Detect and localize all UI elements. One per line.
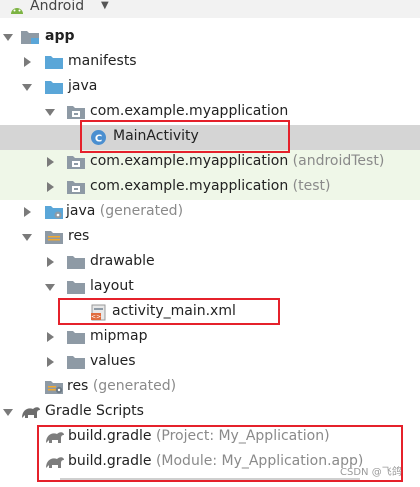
expand-arrow-icon[interactable]: [47, 332, 54, 342]
tree-node-java-generated[interactable]: java (generated): [0, 200, 420, 225]
source-set-suffix: (androidTest): [292, 153, 385, 169]
tree-node-values[interactable]: values: [0, 350, 420, 375]
module-folder-icon: [20, 29, 40, 49]
tree-node-res-generated[interactable]: res (generated): [0, 375, 420, 400]
expand-arrow-icon[interactable]: [47, 357, 54, 367]
collapse-arrow-icon[interactable]: [45, 109, 55, 116]
folder-icon: [66, 254, 86, 274]
folder-icon: [66, 279, 86, 299]
generated-suffix: (generated): [92, 378, 177, 394]
tree-label-values: values: [90, 353, 136, 369]
tree-label-mipmap: mipmap: [90, 328, 148, 344]
tree-label-package-android-test: com.example.myapplication (androidTest): [90, 153, 385, 169]
tree-node-package-android-test[interactable]: com.example.myapplication (androidTest): [0, 150, 420, 175]
collapse-arrow-icon[interactable]: [45, 284, 55, 291]
collapse-arrow-icon[interactable]: [22, 84, 32, 91]
android-icon: [10, 2, 24, 18]
collapse-arrow-icon[interactable]: [3, 34, 13, 41]
expand-arrow-icon[interactable]: [47, 157, 54, 167]
tree-node-layout[interactable]: layout: [0, 275, 420, 300]
tree-label-res: res: [68, 228, 90, 244]
expand-arrow-icon[interactable]: [24, 207, 31, 217]
folder-icon: [66, 329, 86, 349]
tree-label-gradle-scripts: Gradle Scripts: [45, 403, 144, 419]
generated-suffix: (generated): [99, 203, 184, 219]
tree-label-app: app: [45, 28, 75, 44]
expand-arrow-icon[interactable]: [47, 257, 54, 267]
package-folder-icon: [66, 179, 86, 199]
collapse-arrow-icon[interactable]: [3, 409, 13, 416]
highlight-box-activity-main-xml: [58, 298, 280, 325]
tree-label-package-test: com.example.myapplication (test): [90, 178, 331, 194]
tree-node-res[interactable]: res: [0, 225, 420, 250]
expand-arrow-icon[interactable]: [24, 57, 31, 67]
source-set-suffix: (test): [292, 178, 331, 194]
tree-label-package-main: com.example.myapplication: [90, 103, 289, 119]
tree-label-drawable: drawable: [90, 253, 155, 269]
tree-node-manifests[interactable]: manifests: [0, 50, 420, 75]
collapse-arrow-icon[interactable]: [22, 234, 32, 241]
package-folder-icon: [66, 154, 86, 174]
tree-node-package-test[interactable]: com.example.myapplication (test): [0, 175, 420, 200]
generated-folder-icon: [44, 204, 64, 224]
tree-label-res-generated: res (generated): [67, 378, 177, 394]
folder-icon: [44, 79, 64, 99]
expand-arrow-icon[interactable]: [47, 182, 54, 192]
highlight-box-main-activity: [80, 120, 290, 153]
tree-node-gradle-scripts[interactable]: Gradle Scripts: [0, 400, 420, 425]
tree-label-manifests: manifests: [68, 53, 137, 69]
tree-label-java-generated: java (generated): [66, 203, 184, 219]
tree-label-layout: layout: [90, 278, 134, 294]
watermark-text: CSDN @飞鸽: [340, 467, 402, 478]
folder-icon: [44, 54, 64, 74]
view-selector-label[interactable]: Android: [30, 0, 84, 14]
folder-icon: [66, 354, 86, 374]
tree-node-drawable[interactable]: drawable: [0, 250, 420, 275]
generated-resources-folder-icon: [44, 379, 64, 399]
chevron-down-icon[interactable]: ▼: [101, 0, 109, 11]
gradle-icon: [20, 404, 42, 424]
tree-node-app[interactable]: app: [0, 25, 420, 50]
tree-node-java[interactable]: java: [0, 75, 420, 100]
tree-label-java: java: [68, 78, 98, 94]
project-view-header[interactable]: Android ▼: [0, 0, 420, 18]
resources-folder-icon: [44, 229, 64, 249]
tree-node-mipmap[interactable]: mipmap: [0, 325, 420, 350]
